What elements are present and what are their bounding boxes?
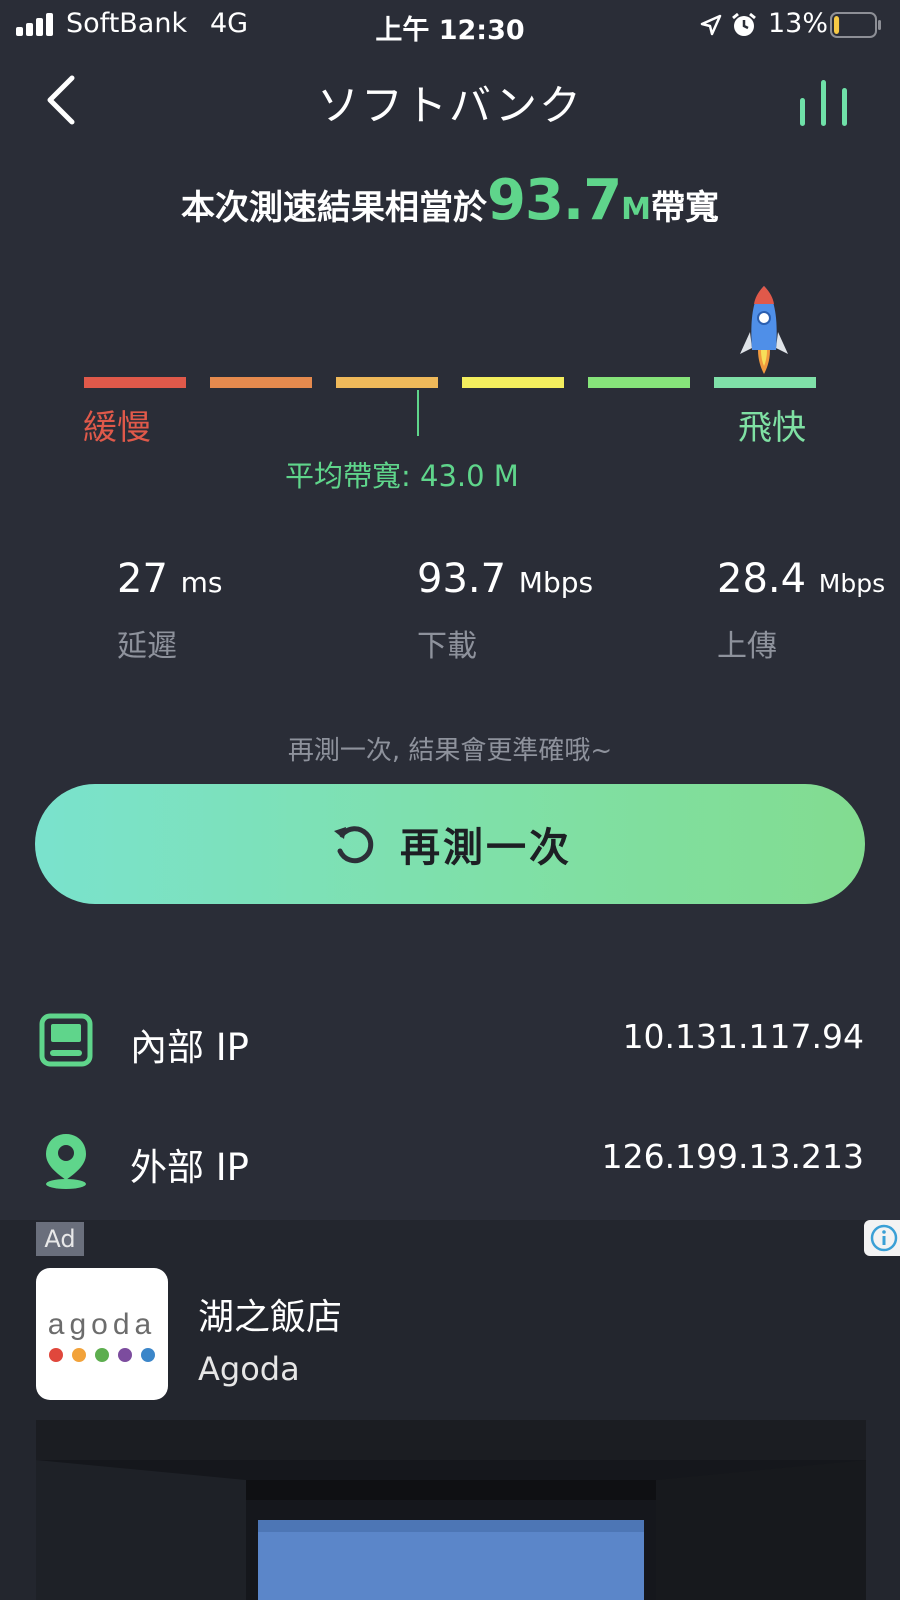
device-icon	[39, 1013, 93, 1067]
average-marker	[417, 390, 419, 436]
status-bar: SoftBank 4G 上午 12:30 13%	[0, 0, 900, 50]
result-headline: 本次測速結果相當於93.7M帶寬	[0, 168, 900, 233]
rocket-icon	[740, 286, 788, 374]
result-unit: M	[621, 192, 652, 227]
meter-segment-6	[714, 377, 816, 388]
ad-badge: Ad	[36, 1222, 84, 1256]
location-arrow-icon	[700, 14, 722, 36]
average-bandwidth-label: 平均帶寬: 43.0 M	[285, 459, 519, 493]
download-label: 下載	[417, 629, 477, 664]
status-time: 上午 12:30	[375, 15, 525, 46]
logo-dot-2	[71, 1348, 86, 1362]
logo-text: agoda	[47, 1308, 157, 1341]
result-suffix: 帶寬	[651, 188, 720, 228]
page-title: ソフトバンク	[316, 81, 584, 130]
meter-segment-3	[336, 377, 438, 388]
slow-label: 緩慢	[83, 408, 151, 448]
logo-dot-5	[141, 1348, 156, 1362]
logo-dot-4	[118, 1348, 133, 1362]
result-value: 93.7	[486, 168, 622, 233]
internal-ip-label: 內部 IP	[130, 1026, 249, 1069]
external-ip-value: 126.199.13.213	[601, 1137, 864, 1176]
fast-label: 飛快	[738, 408, 806, 448]
latency-value: 27 ms	[117, 556, 223, 602]
result-prefix: 本次測速結果相當於	[180, 188, 487, 228]
retest-button-label: 再測一次	[400, 825, 572, 871]
bars-icon[interactable]	[796, 78, 852, 126]
internal-ip-value: 10.131.117.94	[622, 1017, 864, 1056]
location-pin-icon	[46, 1134, 86, 1189]
retest-button[interactable]: 再測一次	[35, 784, 865, 904]
logo-dot-3	[94, 1348, 109, 1362]
download-value: 93.7 Mbps	[417, 556, 594, 602]
ad-title[interactable]: 湖之飯店	[198, 1288, 342, 1340]
upload-label: 上傳	[717, 629, 777, 664]
info-icon[interactable]	[864, 1220, 900, 1256]
external-ip-label: 外部 IP	[130, 1146, 249, 1189]
battery-icon	[830, 12, 881, 38]
logo-dot-1	[48, 1348, 63, 1362]
ad-advertiser[interactable]: Agoda	[198, 1350, 300, 1388]
meter-segment-1	[84, 377, 186, 388]
meter-segment-4	[462, 377, 564, 388]
refresh-icon	[334, 826, 374, 864]
upload-value: 28.4 Mbps	[717, 556, 886, 602]
logo-dots	[44, 1348, 160, 1364]
ad-image[interactable]	[36, 1420, 866, 1600]
alarm-clock-icon	[732, 12, 756, 36]
latency-label: 延遲	[117, 629, 177, 664]
retest-hint: 再測一次, 結果會更準確哦~	[287, 736, 613, 766]
meter-segment-5	[588, 377, 690, 388]
battery-percent: 13%	[768, 8, 829, 39]
meter-segment-2	[210, 377, 312, 388]
agoda-logo[interactable]: agoda	[36, 1268, 168, 1400]
